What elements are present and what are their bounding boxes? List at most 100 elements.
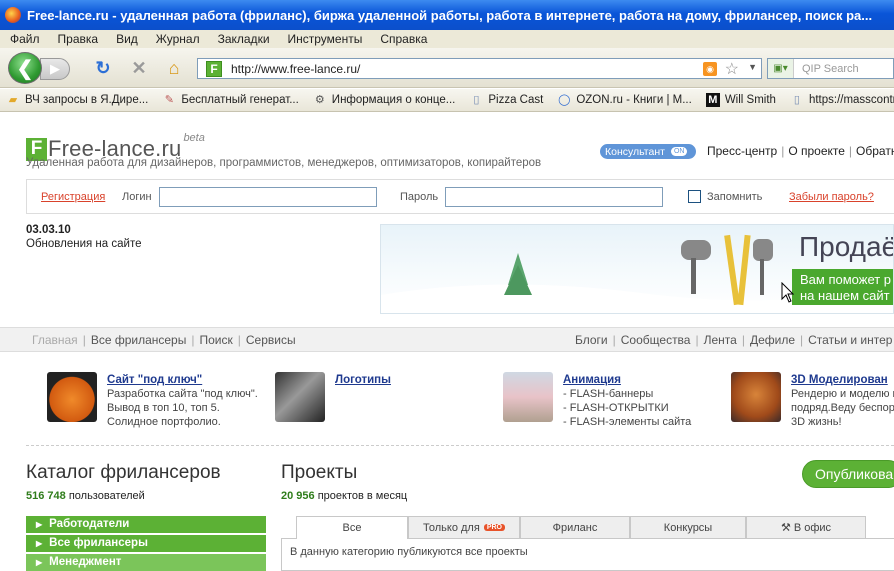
service-card[interactable]: Логотипы (275, 372, 391, 422)
catalog-item-employers[interactable]: ▶ Работодатели (26, 516, 266, 533)
catalog-count: 516 748 пользователей (26, 490, 145, 502)
password-input[interactable] (445, 187, 663, 207)
window-title: Free-lance.ru - удаленная работа (фрилан… (27, 7, 873, 23)
nav-defile[interactable]: Дефиле (750, 333, 795, 347)
home-button[interactable]: ⌂ (163, 57, 185, 79)
menu-edit[interactable]: Правка (48, 32, 107, 46)
tab-contests[interactable]: Конкурсы (630, 516, 746, 538)
bookmark-item[interactable]: ✎ Бесплатный генерат... (162, 93, 299, 107)
service-card[interactable]: Сайт "под ключ" Разработка сайта "под кл… (47, 372, 258, 429)
catalog-title: Каталог фрилансеров (26, 462, 221, 483)
service-avatar (731, 372, 781, 422)
bookmark-star-icon[interactable]: ☆ (725, 59, 739, 79)
page-icon: ▯ (793, 94, 800, 106)
service-desc: Солидное портфолио. (107, 416, 221, 428)
reload-icon: ↻ (95, 57, 111, 78)
service-desc: - FLASH-баннеры (563, 388, 654, 400)
tab-office[interactable]: ⚒ В офис (746, 516, 866, 538)
service-card[interactable]: 3D Моделирован Рендерю и моделю в подряд… (731, 372, 894, 429)
menu-bar: Файл Правка Вид Журнал Закладки Инструме… (0, 30, 894, 48)
promo-banner[interactable]: Продаё Вам поможет р на нашем сайт (380, 224, 894, 314)
nav-feed[interactable]: Лента (704, 333, 737, 347)
nav-services[interactable]: Сервисы (246, 333, 296, 347)
bookmark-item[interactable]: ▯ Pizza Cast (469, 93, 543, 107)
triangle-right-icon: ▶ (36, 558, 43, 567)
gear-icon: ⚙ (314, 94, 325, 106)
nav-search[interactable]: Поиск (199, 333, 232, 347)
stop-button[interactable]: ✕ (128, 57, 150, 79)
service-title[interactable]: Логотипы (335, 374, 391, 386)
search-engine-icon[interactable]: ▣▾ (768, 59, 794, 78)
users-count: 516 748 (26, 490, 66, 502)
chevron-down-icon[interactable]: ▼ (748, 62, 757, 72)
service-desc: 3D жизнь! (791, 416, 842, 428)
consultant-label: Консультант (605, 145, 665, 158)
feedback-link[interactable]: Обратная (856, 144, 894, 158)
tab-all[interactable]: Все (296, 516, 408, 539)
service-title[interactable]: Сайт "под ключ" (107, 374, 202, 386)
nav-home[interactable]: Главная (32, 333, 78, 347)
catalog-item-management[interactable]: ▶ Менеджмент (26, 554, 266, 571)
password-label: Пароль (400, 191, 439, 203)
nav-all-freelancers[interactable]: Все фрилансеры (91, 333, 187, 347)
menu-bookmarks[interactable]: Закладки (208, 32, 278, 46)
bookmark-item[interactable]: ▰ ВЧ запросы в Я.Дире... (6, 93, 149, 107)
bookmark-item[interactable]: ⚙ Информация о конце... (313, 93, 455, 107)
rss-icon[interactable]: ◉ (703, 62, 717, 76)
service-title[interactable]: 3D Моделирован (791, 374, 888, 386)
projects-title: Проекты (281, 462, 358, 483)
tab-pro-only[interactable]: Только для PRO (408, 516, 520, 538)
forgot-password-link[interactable]: Забыли пароль? (789, 191, 874, 203)
bookmark-item[interactable]: ▯https://masscontrol.in... (790, 93, 894, 107)
bookmark-folder-icon: ▰ (8, 94, 18, 106)
register-link[interactable]: Регистрация (41, 191, 105, 203)
menu-file[interactable]: Файл (0, 32, 48, 46)
url-text[interactable]: http://www.free-lance.ru/ (231, 62, 360, 76)
banner-heading: Продаё (799, 231, 894, 262)
logo-beta: beta (183, 132, 205, 144)
service-desc: подряд.Веду беспор (791, 402, 894, 414)
nav-blogs[interactable]: Блоги (575, 333, 608, 347)
address-bar[interactable]: F http://www.free-lance.ru/ ◉ ☆ ▼ (197, 58, 762, 79)
service-avatar (47, 372, 97, 422)
service-card[interactable]: Анимация - FLASH-баннеры - FLASH-ОТКРЫТК… (503, 372, 691, 429)
site-updates-link[interactable]: Обновления на сайте (26, 238, 141, 250)
service-desc: - FLASH-ОТКРЫТКИ (563, 402, 669, 414)
back-button[interactable]: ❮ (8, 52, 42, 84)
menu-view[interactable]: Вид (106, 32, 146, 46)
page-icon: ✎ (164, 94, 174, 106)
menu-history[interactable]: Журнал (146, 32, 208, 46)
banner-line-2: на нашем сайт (800, 288, 890, 303)
tab-description: В данную категорию публикуются все проек… (290, 546, 528, 558)
forward-button[interactable]: ▶ (40, 58, 70, 80)
banner-line-1: Вам поможет р (800, 272, 892, 287)
triangle-right-icon: ▶ (36, 520, 43, 529)
projects-count-label: проектов в месяц (317, 490, 408, 502)
service-title[interactable]: Анимация (563, 374, 621, 386)
tab-content: В данную категорию публикуются все проек… (281, 538, 894, 571)
catalog-item-all-freelancers[interactable]: ▶ Все фрилансеры (26, 535, 266, 552)
service-desc: Разработка сайта "под ключ". (107, 388, 258, 400)
nav-communities[interactable]: Сообщества (621, 333, 691, 347)
remember-label: Запомнить (707, 191, 763, 203)
bookmark-item[interactable]: ◯ OZON.ru - Книги | М... (557, 93, 692, 107)
menu-help[interactable]: Справка (370, 32, 435, 46)
menu-tools[interactable]: Инструменты (278, 32, 371, 46)
publish-project-button[interactable]: Опубликова (802, 460, 894, 488)
consultant-button[interactable]: Консультант ON (600, 144, 696, 159)
remember-checkbox[interactable] (688, 190, 701, 203)
bookmark-item[interactable]: M Will Smith (705, 93, 776, 107)
home-icon: ⌂ (168, 57, 180, 78)
login-input[interactable] (159, 187, 377, 207)
tab-freelance[interactable]: Фриланс (520, 516, 630, 538)
login-bar: Регистрация Логин Пароль Запомнить Забыл… (26, 179, 894, 214)
nav-articles[interactable]: Статьи и интер (808, 333, 892, 347)
web-page: F Free-lance.ru beta Удаленная работа дл… (0, 112, 894, 571)
service-avatar (275, 372, 325, 422)
press-center-link[interactable]: Пресс-центр (707, 144, 777, 158)
search-box[interactable]: ▣▾ QIP Search (767, 58, 894, 79)
reload-button[interactable]: ↻ (92, 57, 114, 79)
about-link[interactable]: О проекте (788, 144, 845, 158)
service-desc: Вывод в топ 10, топ 5. (107, 402, 220, 414)
search-placeholder[interactable]: QIP Search (802, 63, 859, 75)
